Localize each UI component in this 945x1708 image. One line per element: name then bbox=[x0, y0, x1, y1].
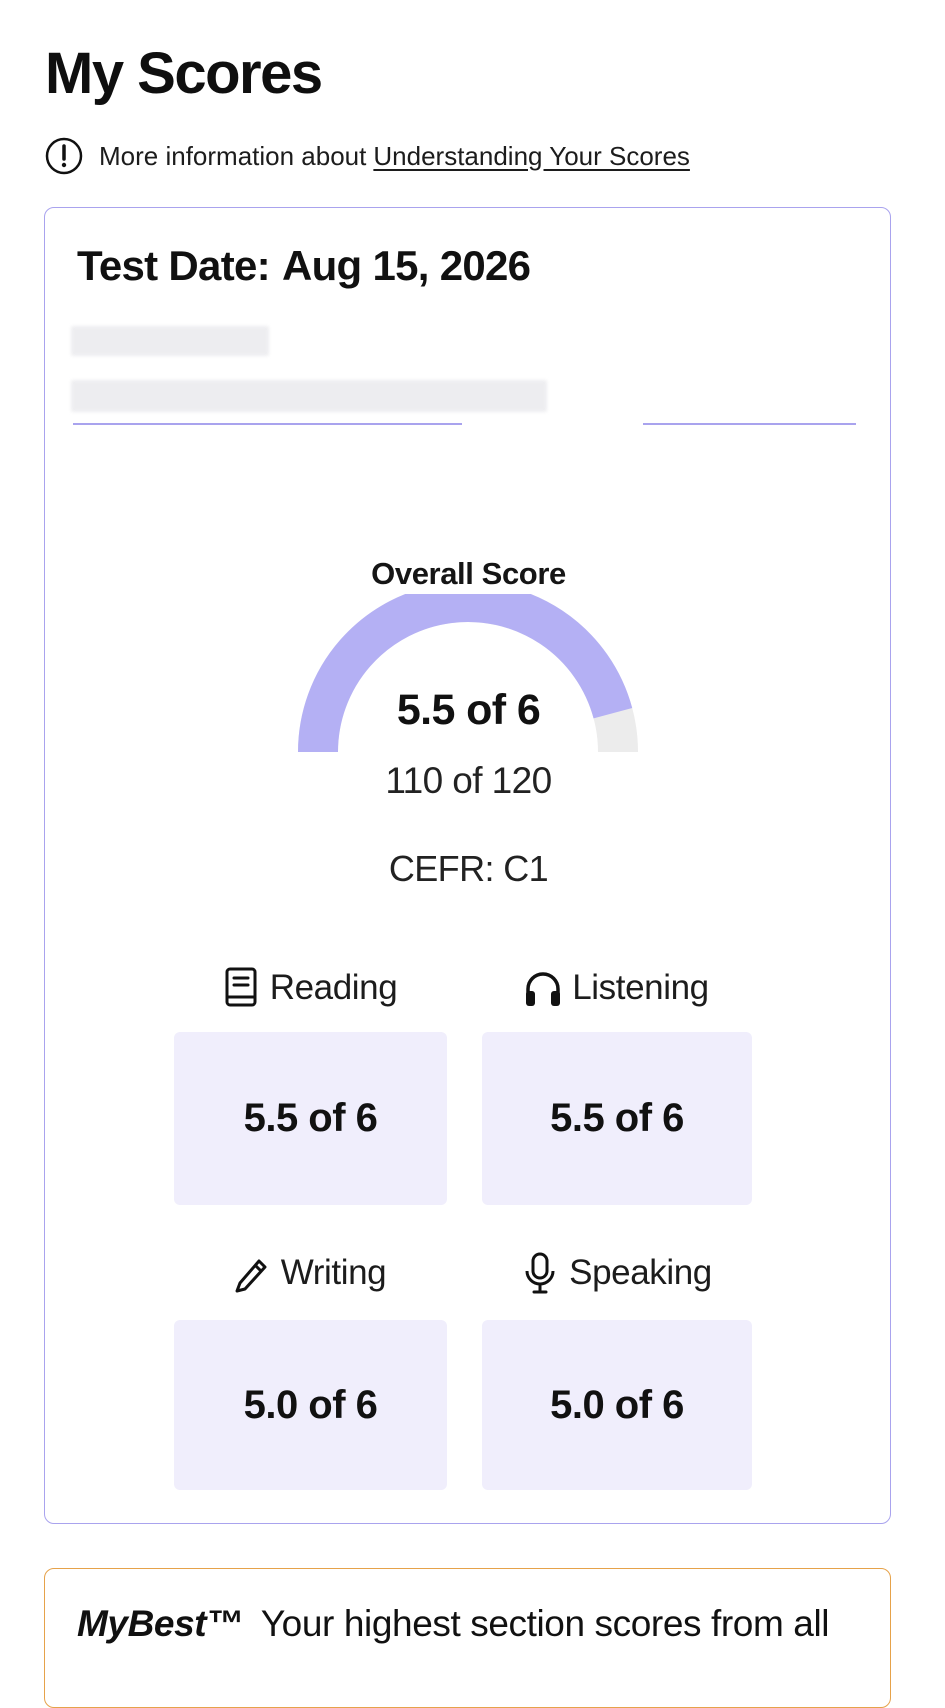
writing-score: 5.0 of 6 bbox=[174, 1320, 447, 1490]
overall-score-scaled: 110 of 120 bbox=[385, 760, 552, 801]
card-divider-right bbox=[643, 423, 856, 425]
reading-label: Reading bbox=[173, 964, 445, 1012]
overall-score-value: 5.5 of 6 bbox=[396, 686, 541, 734]
overall-score-label: Overall Score bbox=[371, 556, 566, 591]
page-title: My Scores bbox=[45, 41, 323, 106]
cefr-level: CEFR: C1 bbox=[388, 848, 549, 889]
test-date-value: Aug 15, 2026 bbox=[281, 242, 531, 289]
writing-label-text: Writing bbox=[280, 1253, 387, 1292]
pencil-icon bbox=[232, 1251, 272, 1295]
speaking-score: 5.0 of 6 bbox=[482, 1320, 752, 1490]
redacted-candidate-name bbox=[71, 326, 269, 356]
test-date: Test Date: Aug 15, 2026 bbox=[77, 242, 531, 290]
mybest-description: Your highest section scores from all bbox=[260, 1603, 830, 1644]
listening-score: 5.5 of 6 bbox=[482, 1032, 752, 1205]
mybest-card: MyBest™ Your highest section scores from … bbox=[44, 1568, 891, 1708]
redacted-candidate-details bbox=[71, 380, 547, 412]
score-info-row: More information about Understanding You… bbox=[45, 134, 690, 178]
card-divider-left bbox=[73, 423, 462, 425]
info-text: More information about bbox=[99, 140, 367, 171]
test-date-label: Test Date: bbox=[77, 242, 271, 289]
understanding-scores-link[interactable]: Understanding Your Scores bbox=[373, 141, 690, 172]
microphone-icon bbox=[520, 1251, 560, 1295]
headphones-icon bbox=[523, 966, 563, 1010]
speaking-label: Speaking bbox=[481, 1249, 751, 1297]
writing-label: Writing bbox=[173, 1249, 445, 1297]
score-card: Test Date: Aug 15, 2026 Overall Score 5.5… bbox=[44, 207, 891, 1524]
speaking-label-text: Speaking bbox=[569, 1253, 712, 1292]
mybest-text: MyBest™ Your highest section scores from … bbox=[77, 1603, 829, 1645]
listening-label-text: Listening bbox=[572, 968, 709, 1007]
listening-label: Listening bbox=[481, 964, 751, 1012]
exclamation-circle-icon bbox=[45, 137, 83, 175]
mybest-brand: MyBest™ bbox=[77, 1603, 243, 1644]
reading-score: 5.5 of 6 bbox=[174, 1032, 447, 1205]
book-icon bbox=[221, 966, 261, 1010]
reading-label-text: Reading bbox=[269, 968, 398, 1007]
